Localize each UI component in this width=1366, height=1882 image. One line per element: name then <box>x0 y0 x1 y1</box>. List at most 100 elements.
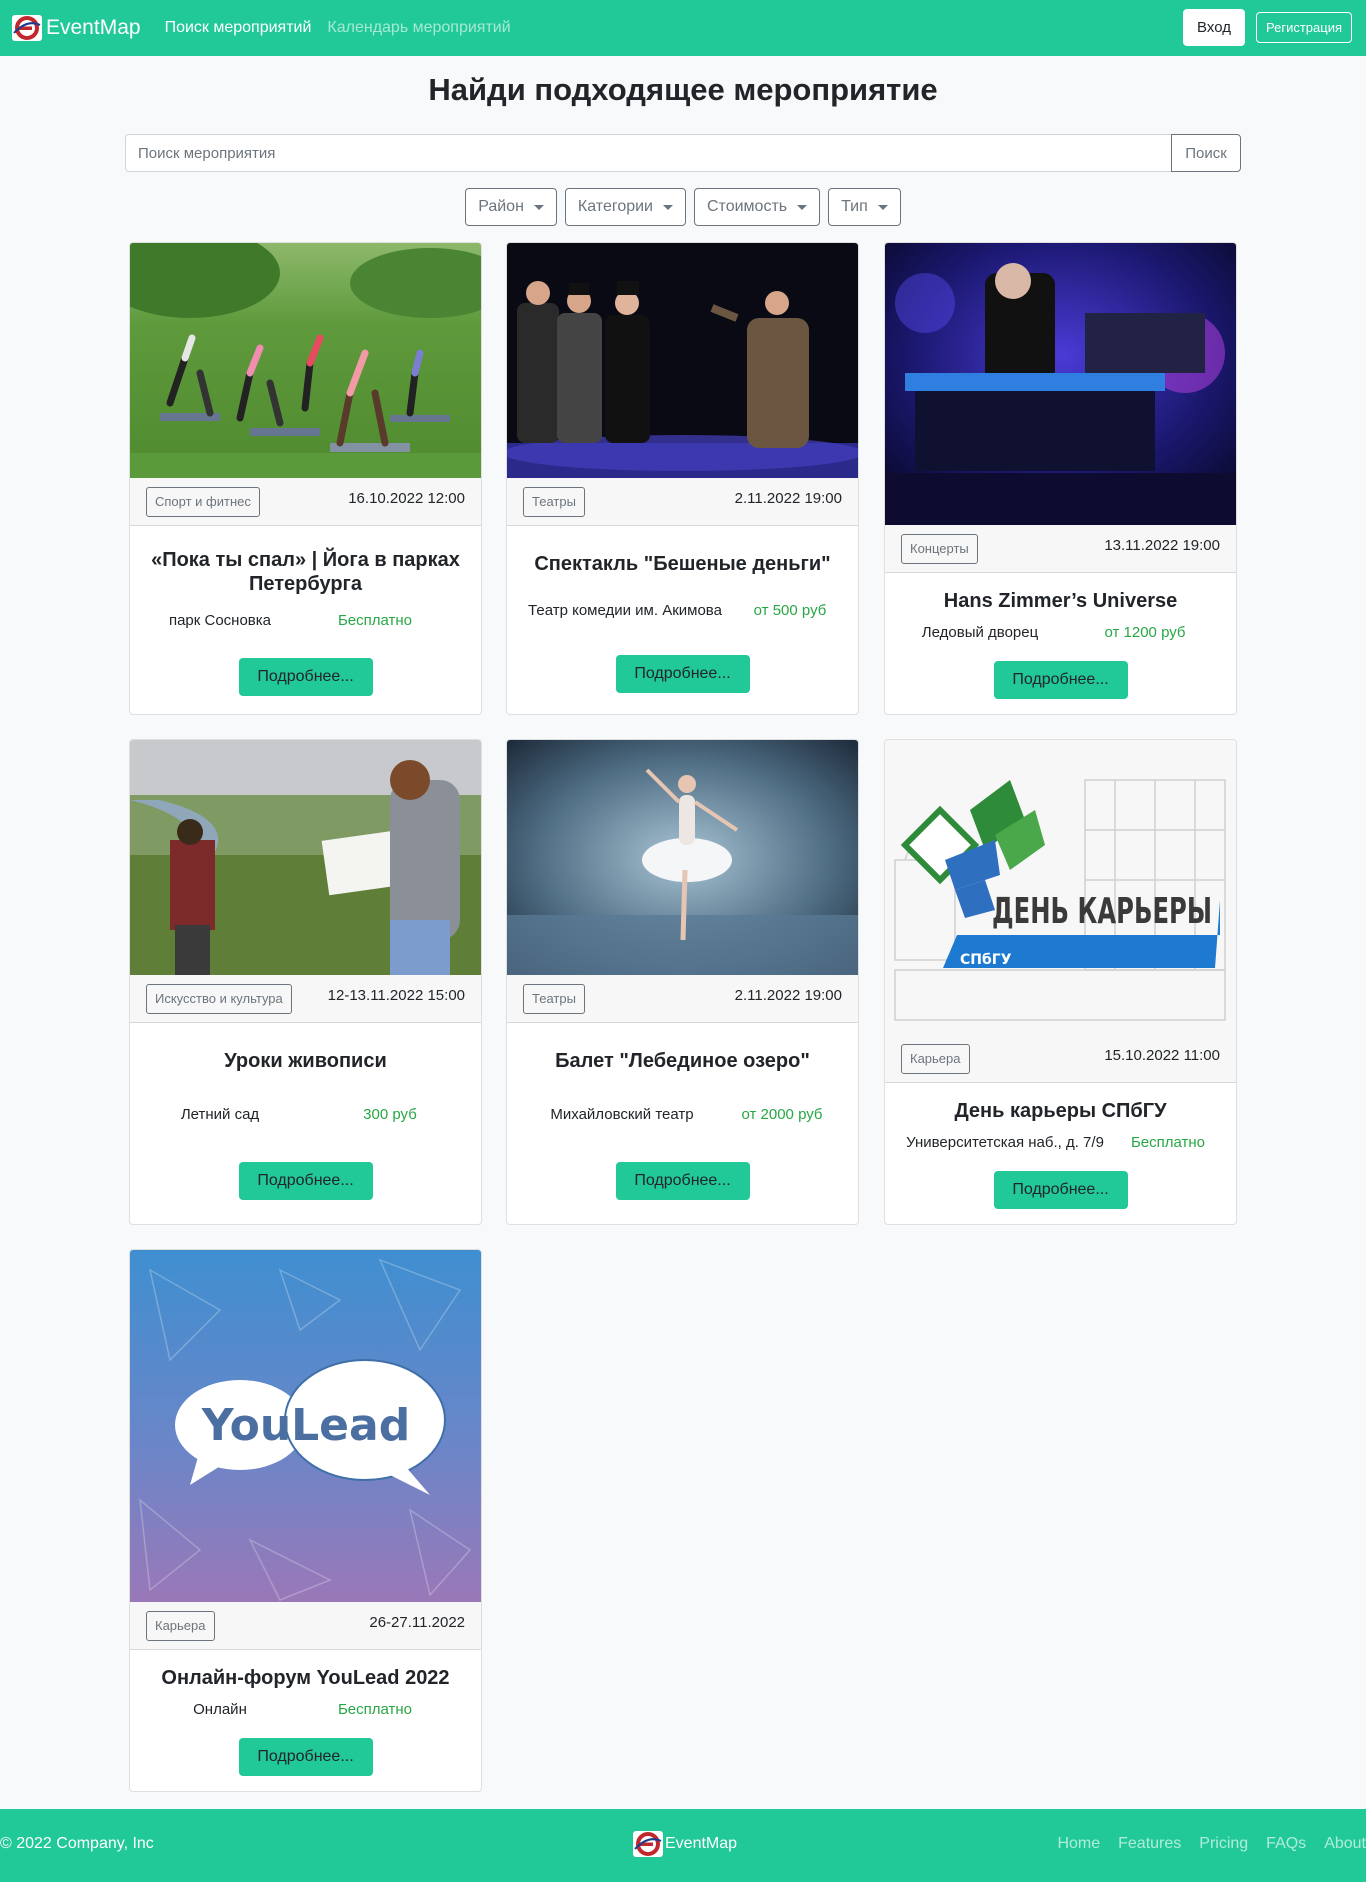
event-title: Hans Zimmer’s Universe <box>943 590 1178 612</box>
category-badge: Театры <box>523 983 585 1014</box>
event-price: 300 руб <box>363 1106 417 1123</box>
event-place: Театр комедии им. Акимова <box>528 602 722 619</box>
event-date: 16.10.2022 12:00 <box>348 490 465 507</box>
caret-down-icon <box>533 204 544 210</box>
brand-name: EventMap <box>46 16 141 39</box>
event-card: Искусство и культура 12-13.11.2022 15:00… <box>129 739 482 1225</box>
search-input[interactable] <box>125 134 1171 172</box>
event-body: Онлайн-форум YouLead 2022 Онлайн Бесплат… <box>130 1650 481 1791</box>
footer-brand-name: EventMap <box>665 1835 738 1852</box>
caret-down-icon <box>797 204 808 210</box>
event-meta: Спорт и фитнес 16.10.2022 12:00 <box>130 478 481 526</box>
caret-down-icon <box>877 204 888 210</box>
event-title: Уроки живописи <box>224 1050 387 1072</box>
event-place: Летний сад <box>180 1106 260 1123</box>
event-title: Онлайн-форум YouLead 2022 <box>161 1667 450 1689</box>
eventmap-logo-icon <box>12 15 42 41</box>
event-meta: Карьера 15.10.2022 11:00 <box>885 1035 1236 1083</box>
event-image-career-day: ДЕНЬ КАРЬЕРЫ СПбГУ <box>885 740 1236 1035</box>
brand-link[interactable]: EventMap <box>12 15 141 41</box>
event-place: Университетская наб., д. 7/9 <box>906 1134 1104 1151</box>
event-body: Балет "Лебединое озеро" Михайловский теа… <box>507 1023 858 1224</box>
event-price: от 1200 руб <box>1104 624 1186 641</box>
event-card: YouLead Карьера 26-27.11.2022 Онлайн-фор… <box>129 1249 482 1792</box>
event-image-concert <box>885 243 1236 525</box>
footer: © 2022 Company, Inc EventMap Home Featur… <box>0 1809 1366 1882</box>
event-title: День карьеры СПбГУ <box>954 1100 1167 1122</box>
event-body: «Пока ты спал» | Йога в парках Петербург… <box>130 526 481 714</box>
filter-type-dropdown[interactable]: Тип <box>828 188 901 226</box>
footer-brand-link[interactable]: EventMap <box>633 1831 737 1857</box>
event-date: 13.11.2022 19:00 <box>1104 537 1220 554</box>
event-meta: Концерты 13.11.2022 19:00 <box>885 525 1236 573</box>
event-image-painting <box>130 740 481 975</box>
caret-down-icon <box>663 204 673 210</box>
category-badge: Карьера <box>146 1610 215 1641</box>
details-button[interactable]: Подробнее... <box>615 655 750 693</box>
footer-link-pricing[interactable]: Pricing <box>1199 1835 1248 1853</box>
filter-label: Тип <box>841 198 868 215</box>
category-badge: Карьера <box>901 1043 970 1074</box>
footer-nav: Home Features Pricing FAQs About <box>1057 1835 1366 1853</box>
event-image-ballet <box>507 740 858 975</box>
event-card: Концерты 13.11.2022 19:00 Hans Zimmer’s … <box>884 242 1237 715</box>
details-button[interactable]: Подробнее... <box>615 1162 750 1200</box>
event-title: Балет "Лебединое озеро" <box>555 1050 810 1072</box>
category-badge: Театры <box>523 486 585 517</box>
details-button[interactable]: Подробнее... <box>238 1162 373 1200</box>
event-title: Спектакль "Бешеные деньги" <box>534 553 831 575</box>
event-body: Спектакль "Бешеные деньги" Театр комедии… <box>507 526 858 714</box>
career-poster-ribbon: СПбГУ <box>960 952 1012 968</box>
filter-bar: Район Категории Стоимость Тип <box>0 188 1366 226</box>
search-bar: Поиск <box>125 134 1241 172</box>
event-card: Спорт и фитнес 16.10.2022 12:00 «Пока ты… <box>129 242 482 715</box>
event-date: 12-13.11.2022 15:00 <box>327 987 465 1004</box>
event-image-youlead: YouLead <box>130 1250 481 1602</box>
event-body: День карьеры СПбГУ Университетская наб.,… <box>885 1083 1236 1224</box>
event-body: Уроки живописи Летний сад 300 руб Подроб… <box>130 1023 481 1224</box>
footer-link-home[interactable]: Home <box>1057 1835 1100 1853</box>
details-button[interactable]: Подробнее... <box>993 661 1128 699</box>
youlead-poster-logo: YouLead <box>201 1400 410 1451</box>
page-title: Найди подходящее мероприятие <box>428 72 938 107</box>
event-image-yoga <box>130 243 481 478</box>
event-place: Онлайн <box>193 1701 247 1718</box>
footer-link-faqs[interactable]: FAQs <box>1266 1835 1306 1853</box>
event-price: Бесплатно <box>1130 1134 1206 1151</box>
event-image-theatre <box>507 243 858 478</box>
event-place: Михайловский театр <box>550 1106 694 1123</box>
event-place: Ледовый дворец <box>921 624 1039 641</box>
filter-cost-dropdown[interactable]: Стоимость <box>694 188 821 226</box>
event-date: 2.11.2022 19:00 <box>734 987 842 1004</box>
event-meta: Карьера 26-27.11.2022 <box>130 1602 481 1650</box>
footer-link-about[interactable]: About <box>1324 1835 1366 1853</box>
event-price: от 500 руб <box>753 602 827 619</box>
filter-label: Район <box>478 198 524 215</box>
category-badge: Концерты <box>901 533 978 564</box>
login-button[interactable]: Вход <box>1183 9 1245 46</box>
register-button[interactable]: Регистрация <box>1256 12 1352 43</box>
event-price: Бесплатно <box>337 1701 413 1718</box>
copyright-text: © 2022 Company, Inc <box>0 1835 154 1852</box>
search-button[interactable]: Поиск <box>1171 134 1241 172</box>
filter-district-dropdown[interactable]: Район <box>465 188 557 226</box>
event-date: 26-27.11.2022 <box>369 1614 465 1631</box>
nav-link-event-calendar[interactable]: Календарь мероприятий <box>327 19 510 37</box>
navbar: EventMap Поиск мероприятий Календарь мер… <box>0 0 1366 56</box>
details-button[interactable]: Подробнее... <box>238 658 373 696</box>
nav-link-event-search[interactable]: Поиск мероприятий <box>165 19 312 37</box>
event-body: Hans Zimmer’s Universe Ледовый дворец от… <box>885 573 1236 714</box>
event-price: от 2000 руб <box>741 1106 823 1123</box>
eventmap-logo-icon <box>633 1831 663 1857</box>
details-button[interactable]: Подробнее... <box>238 1738 373 1776</box>
filter-label: Стоимость <box>707 198 788 215</box>
event-place: парк Сосновка <box>168 612 272 629</box>
filter-categories-dropdown[interactable]: Категории <box>564 188 686 226</box>
event-card: Театры 2.11.2022 19:00 Спектакль "Бешены… <box>506 242 859 715</box>
category-badge: Спорт и фитнес <box>146 486 260 517</box>
event-meta: Театры 2.11.2022 19:00 <box>507 478 858 526</box>
footer-link-features[interactable]: Features <box>1118 1835 1181 1853</box>
details-button[interactable]: Подробнее... <box>993 1171 1128 1209</box>
event-date: 2.11.2022 19:00 <box>734 490 842 507</box>
event-card: Театры 2.11.2022 19:00 Балет "Лебединое … <box>506 739 859 1225</box>
